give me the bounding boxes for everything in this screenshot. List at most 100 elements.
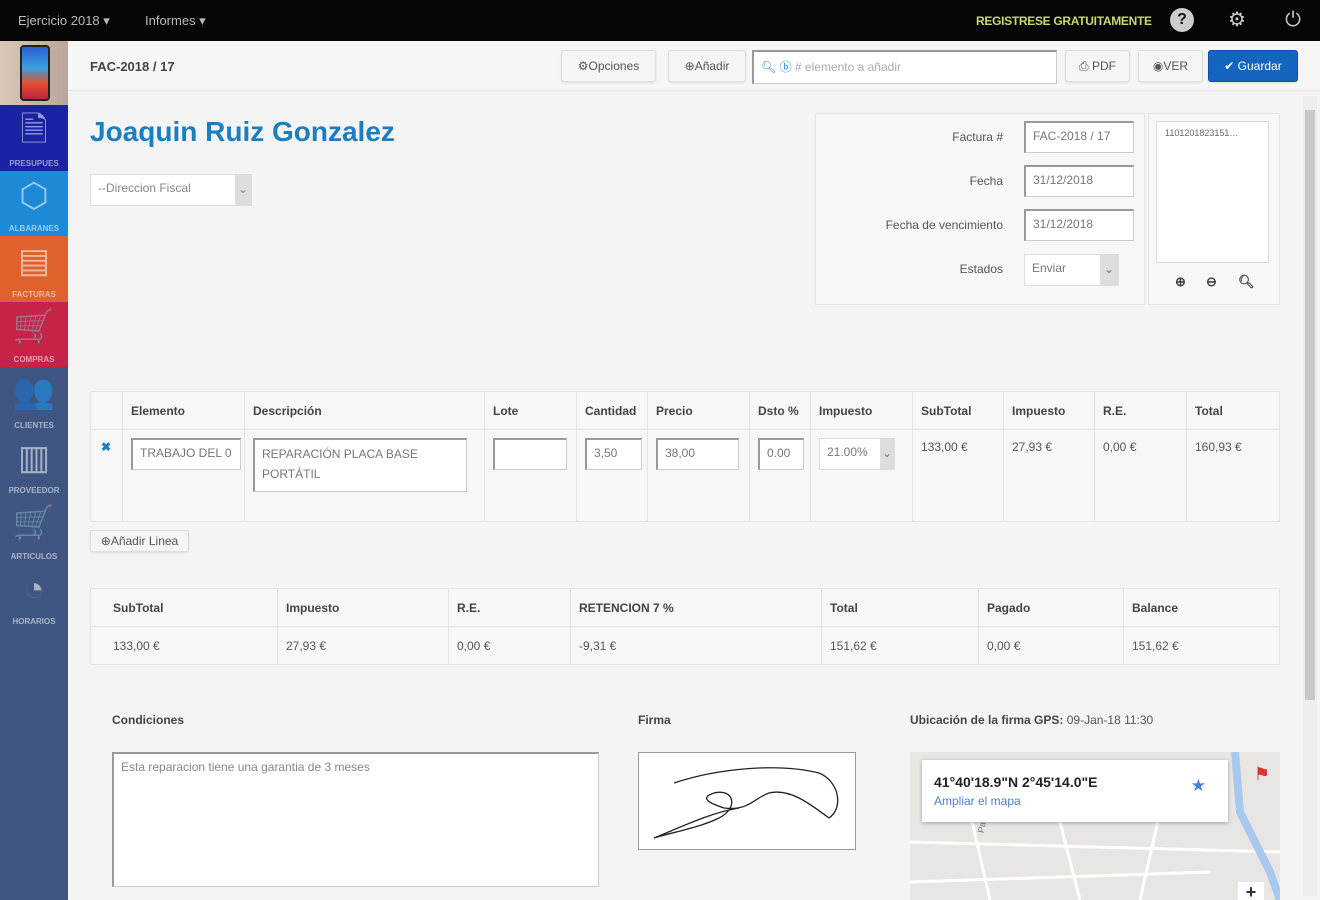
- clock-icon: ◔: [23, 569, 45, 608]
- gear-icon[interactable]: ⚙: [1225, 8, 1249, 32]
- chevron-down-icon: ⌄: [880, 439, 894, 469]
- signature-pad[interactable]: [638, 752, 856, 850]
- add-icon[interactable]: ⊕: [1175, 274, 1186, 290]
- signature-image: [653, 767, 839, 839]
- elemento-input[interactable]: TRABAJO DEL 0: [131, 438, 241, 470]
- col-header: R.E.: [1094, 391, 1187, 430]
- anadir-button[interactable]: ⊕Añadir: [668, 50, 746, 82]
- col-header: Impuesto: [810, 391, 913, 430]
- col-header: Total: [821, 588, 979, 627]
- total-value: 133,00 €: [90, 626, 278, 665]
- sidebar-item-presupuestos[interactable]: 🗎 PRESUPUES: [0, 105, 68, 171]
- sidebar-item-compras[interactable]: 🛒 COMPRAS: [0, 301, 68, 367]
- pdf-button[interactable]: ⎙ PDF: [1065, 50, 1130, 82]
- add-line-button[interactable]: ⊕Añadir Linea: [90, 530, 189, 552]
- totals-table: SubTotal Impuesto R.E. RETENCION 7 % Total Pa…: [90, 588, 1280, 665]
- sidebar-item-clientes[interactable]: 👥 CLIENTES: [0, 367, 68, 433]
- eye-icon: ◉: [1152, 59, 1164, 73]
- factura-input[interactable]: FAC-2018 / 17: [1024, 121, 1134, 153]
- list-item[interactable]: 1101201823151…: [1165, 128, 1238, 138]
- scrollbar[interactable]: [1303, 96, 1317, 896]
- element-search-input[interactable]: 🔍︎ ⓑ # elemento a añadir: [752, 50, 1057, 84]
- menu-ejercicio[interactable]: Ejercicio 2018 ▾: [18, 13, 110, 29]
- top-navbar: Ejercicio 2018 ▾ Informes ▾ REGISTRESE G…: [0, 0, 1320, 41]
- table-row: 133,00 €27,93 €0,00 € -9,31 €151,62 €0,00…: [90, 626, 1280, 665]
- star-icon[interactable]: ★: [1191, 776, 1206, 796]
- coordinates: 41°40'18.9"N 2°45'14.0"E: [934, 774, 1098, 790]
- total-value: 0,00 €: [978, 626, 1124, 665]
- col-header: Cantidad: [576, 391, 648, 430]
- gps-label: Ubicación de la firma GPS: 09-Jan-18 11:…: [910, 713, 1154, 727]
- chevron-down-icon: ⌄: [235, 175, 251, 205]
- directions-icon[interactable]: ⚑: [1254, 764, 1270, 785]
- ver-button[interactable]: ◉VER: [1138, 50, 1203, 82]
- precio-input[interactable]: 38,00: [656, 438, 739, 470]
- vencimiento-input[interactable]: 31/12/2018: [1024, 209, 1134, 241]
- col-header: Dsto %: [749, 391, 811, 430]
- map[interactable]: Pau Casals 41°40'18.9"N 2°45'14.0"E Ampl…: [910, 752, 1280, 900]
- app-thumbnail: [0, 41, 68, 105]
- factura-label: Factura #: [952, 130, 1003, 144]
- delete-line-icon[interactable]: ✖: [90, 429, 123, 522]
- subtotal-cell: 133,00 €: [912, 429, 1004, 522]
- building-icon: ▥: [17, 438, 51, 477]
- col-header: Pagado: [978, 588, 1124, 627]
- help-icon[interactable]: ?: [1170, 8, 1194, 32]
- impuesto-select[interactable]: 21.00% ⌄: [819, 438, 895, 470]
- sidebar-item-facturas[interactable]: ▤ FACTURAS: [0, 236, 68, 302]
- address-select[interactable]: --Direccion Fiscal ⌄: [90, 174, 252, 206]
- vencimiento-label: Fecha de vencimiento: [885, 218, 1003, 232]
- total-value: 151,62 €: [821, 626, 979, 665]
- power-icon[interactable]: ⏻: [1281, 8, 1305, 32]
- total-cell: 160,93 €: [1186, 429, 1280, 522]
- col-header: Lote: [484, 391, 577, 430]
- col-header: Elemento: [122, 391, 245, 430]
- remove-icon[interactable]: ⊖: [1206, 274, 1217, 290]
- dsto-input[interactable]: 0.00: [758, 438, 804, 470]
- cantidad-input[interactable]: 3,50: [585, 438, 642, 470]
- box-icon: ⬡: [19, 176, 49, 215]
- opciones-button[interactable]: ⚙Opciones: [561, 50, 656, 82]
- col-header: Total: [1186, 391, 1280, 430]
- client-name: Joaquin Ruiz Gonzalez: [90, 116, 395, 147]
- lines-table: Elemento Descripción Lote Cantidad Preci…: [90, 391, 1280, 522]
- sidebar: 🗎 PRESUPUES ⬡ ALBARANES ▤ FACTURAS 🛒 COMPRAS…: [0, 41, 68, 900]
- document-icon: 🗎: [20, 111, 48, 149]
- guardar-button[interactable]: ✔ Guardar: [1208, 50, 1298, 82]
- estados-select[interactable]: Enviar ⌄: [1024, 254, 1119, 286]
- re-cell: 0,00 €: [1094, 429, 1187, 522]
- col-header: Impuesto: [1003, 391, 1095, 430]
- total-value: -9,31 €: [570, 626, 822, 665]
- col-header: Balance: [1123, 588, 1280, 627]
- menu-informes[interactable]: Informes ▾: [145, 13, 206, 29]
- total-value: 151,62 €: [1123, 626, 1280, 665]
- enlarge-map-link[interactable]: Ampliar el mapa: [934, 794, 1216, 808]
- zoom-in-button[interactable]: +: [1238, 882, 1264, 900]
- fecha-input[interactable]: 31/12/2018: [1024, 165, 1134, 197]
- col-header: Precio: [647, 391, 750, 430]
- descripcion-textarea[interactable]: REPARACIÓN PLACA BASE PORTÁTIL: [253, 438, 467, 492]
- lote-input[interactable]: [493, 438, 567, 470]
- condiciones-textarea[interactable]: Esta reparacion tiene una garantia de 3 …: [112, 752, 599, 887]
- doc-id: FAC-2018 / 17: [90, 59, 175, 74]
- sidebar-item-horarios[interactable]: ◔ HORARIOS: [0, 564, 68, 630]
- check-icon: ✔: [1224, 59, 1238, 73]
- sidebar-item-proveedor[interactable]: ▥ PROVEEDOR: [0, 433, 68, 499]
- col-header: SubTotal: [90, 588, 278, 627]
- total-value: 27,93 €: [277, 626, 449, 665]
- col-header: RETENCION 7 %: [570, 588, 822, 627]
- search-icon[interactable]: 🔍︎: [1238, 274, 1255, 290]
- register-link[interactable]: REGISTRESE GRATUITAMENTE: [976, 14, 1152, 28]
- condiciones-label: Condiciones: [112, 713, 185, 727]
- plus-icon: ⊕: [100, 534, 111, 548]
- sidebar-item-articulos[interactable]: 🛒 ARTICULOS: [0, 498, 68, 564]
- cart-icon: 🛒: [12, 504, 56, 542]
- attachments-list[interactable]: 1101201823151…: [1156, 121, 1269, 263]
- estados-label: Estados: [959, 262, 1003, 276]
- cart-icon: 🛒: [12, 307, 56, 346]
- col-header: Impuesto: [277, 588, 449, 627]
- search-icon: 🔍︎ ⓑ: [761, 60, 792, 74]
- sidebar-item-albaranes[interactable]: ⬡ ALBARANES: [0, 170, 68, 236]
- fecha-label: Fecha: [969, 174, 1003, 188]
- total-value: 0,00 €: [448, 626, 571, 665]
